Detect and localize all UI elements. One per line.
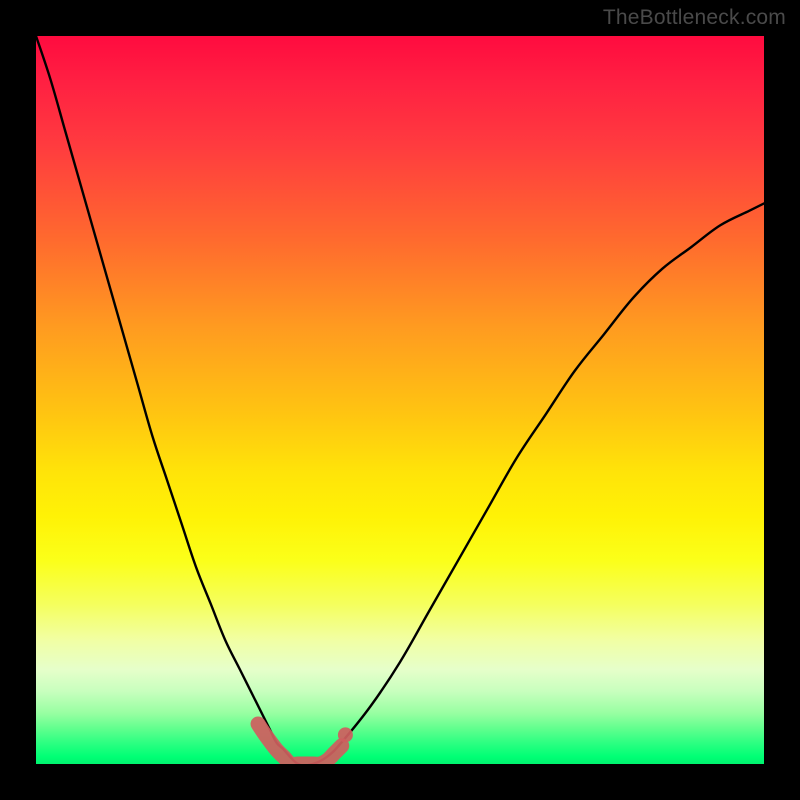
highlight-band (258, 724, 342, 764)
watermark-text: TheBottleneck.com (603, 6, 786, 30)
highlight-dot (338, 727, 353, 742)
curve-layer (36, 36, 764, 764)
chart-frame: TheBottleneck.com (0, 0, 800, 800)
plot-area (36, 36, 764, 764)
bottleneck-curve (36, 36, 764, 764)
